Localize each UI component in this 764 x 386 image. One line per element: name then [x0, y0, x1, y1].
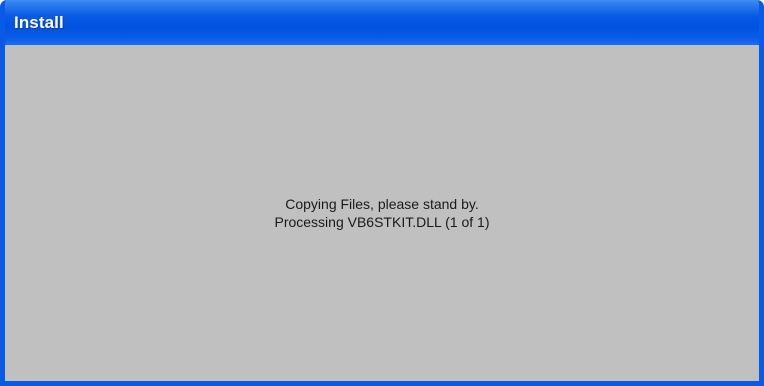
status-message: Copying Files, please stand by. Processi… [5, 195, 759, 231]
title-bar[interactable]: Install [5, 0, 759, 45]
install-window: Install Copying Files, please stand by. … [0, 0, 764, 386]
status-line-processing: Processing VB6STKIT.DLL (1 of 1) [274, 214, 490, 230]
status-line-copying: Copying Files, please stand by. [285, 196, 479, 212]
window-client-area: Copying Files, please stand by. Processi… [5, 45, 759, 381]
window-title: Install [14, 13, 64, 32]
